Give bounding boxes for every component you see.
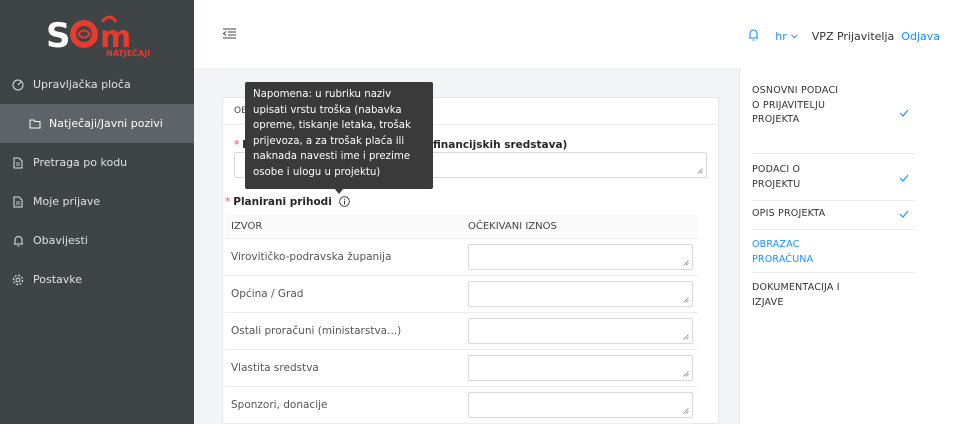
logo-icon: S m NATJEČAJI <box>46 15 150 58</box>
source-cell: Sponzori, donacije <box>231 399 328 411</box>
required-marker: * <box>234 139 240 151</box>
resize-handle-icon[interactable] <box>683 334 689 340</box>
bell-icon <box>11 234 25 248</box>
amount-input[interactable] <box>468 281 693 307</box>
tooltip-arrow <box>334 188 344 194</box>
divider <box>752 153 915 154</box>
table-row: Općina / Grad <box>225 276 698 313</box>
step-label: OSNOVNI PODACI O PRIJAVITELJU PROJEKTA <box>752 85 839 125</box>
resize-handle-icon[interactable] <box>683 408 689 414</box>
divider <box>752 229 915 230</box>
svg-text:S: S <box>46 16 71 56</box>
source-cell: Vlastita sredstva <box>231 362 319 374</box>
amount-input[interactable] <box>468 355 693 381</box>
source-cell: Virovitičko-podravska županija <box>231 251 392 263</box>
step-documentation[interactable]: DOKUMENTACIJA I IZJAVE <box>752 281 915 310</box>
resize-handle-icon[interactable] <box>683 260 689 266</box>
step-label: OPIS PROJEKTA <box>752 208 826 219</box>
user-name: VPZ Prijavitelja <box>811 29 895 43</box>
menu-fold-icon[interactable] <box>222 24 236 43</box>
header-actions: hr VPZ Prijavitelja Odjava <box>748 28 940 44</box>
source-cell: Ostali proračuni (ministarstva...) <box>231 325 402 337</box>
check-icon <box>899 210 909 218</box>
svg-text:NATJEČAJI: NATJEČAJI <box>106 47 150 58</box>
sidebar-nav: Upravljačka ploča Natječaji/Javni pozivi… <box>0 65 194 299</box>
step-budget-form[interactable]: OBRAZAC PRORAČUNA <box>752 238 915 267</box>
resize-handle-icon[interactable] <box>697 168 703 174</box>
step-label: OBRAZAC PRORAČUNA <box>752 239 814 265</box>
table-row: Vlastita sredstva <box>225 350 698 387</box>
amount-input[interactable] <box>468 392 693 418</box>
notifications-bell-icon[interactable] <box>748 28 759 44</box>
document-icon <box>11 156 25 170</box>
sidebar-item-label: Obavijesti <box>33 234 88 247</box>
step-label: DOKUMENTACIJA I IZJAVE <box>752 282 840 308</box>
column-header-source: IZVOR <box>231 221 263 232</box>
chevron-down-icon <box>790 33 798 39</box>
sidebar-item-label: Pretraga po kodu <box>33 156 128 169</box>
logout-link[interactable]: Odjava <box>901 30 940 43</box>
tooltip: Napomena: u rubriku naziv upisati vrstu … <box>245 82 433 189</box>
app-root: S m NATJEČAJI Upravljačka ploča Natječaj… <box>0 0 954 424</box>
dashboard-icon <box>11 78 25 92</box>
table-row: Virovitičko-podravska županija <box>225 239 698 276</box>
step-project-description[interactable]: OPIS PROJEKTA <box>752 207 915 222</box>
sidebar: S m NATJEČAJI Upravljačka ploča Natječaj… <box>0 0 194 424</box>
income-table-header: IZVOR OČEKIVANI IZNOS <box>225 215 698 239</box>
amount-input[interactable] <box>468 318 693 344</box>
steps-panel: OSNOVNI PODACI O PRIJAVITELJU PROJEKTA P… <box>739 68 954 424</box>
topbar: hr VPZ Prijavitelja Odjava <box>194 0 954 68</box>
sidebar-item-search-by-code[interactable]: Pretraga po kodu <box>0 143 194 182</box>
sidebar-item-label: Natječaji/Javni pozivi <box>49 117 163 130</box>
resize-handle-icon[interactable] <box>683 297 689 303</box>
folder-icon <box>28 117 42 131</box>
table-row: Ostali proračuni (ministarstva...) <box>225 313 698 350</box>
sidebar-item-my-applications[interactable]: Moje prijave <box>0 182 194 221</box>
divider <box>752 200 915 201</box>
field-label-planned-income: * Planirani prihodi <box>225 196 351 208</box>
check-icon <box>899 109 909 117</box>
check-icon <box>899 174 909 182</box>
table-row: Sponzori, donacije <box>225 387 698 424</box>
amount-input[interactable] <box>468 244 693 270</box>
language-value: hr <box>775 29 787 43</box>
field-label-text: Planirani prihodi <box>233 196 332 208</box>
step-project-data[interactable]: PODACI O PROJEKTU <box>752 163 915 192</box>
column-header-amount: OČEKIVANI IZNOS <box>468 221 557 232</box>
step-applicant-data[interactable]: OSNOVNI PODACI O PRIJAVITELJU PROJEKTA <box>752 84 915 128</box>
info-circle-icon[interactable] <box>339 196 351 207</box>
gear-icon <box>11 273 25 287</box>
language-select[interactable]: hr <box>775 30 798 43</box>
step-label: PODACI O PROJEKTU <box>752 164 801 190</box>
sidebar-item-notifications[interactable]: Obavijesti <box>0 221 194 260</box>
resize-handle-icon[interactable] <box>683 371 689 377</box>
required-marker: * <box>225 196 231 208</box>
sidebar-item-dashboard[interactable]: Upravljačka ploča <box>0 65 194 104</box>
sidebar-item-label: Upravljačka ploča <box>33 78 131 91</box>
logo[interactable]: S m NATJEČAJI <box>0 0 194 65</box>
sidebar-item-label: Moje prijave <box>33 195 101 208</box>
sidebar-item-settings[interactable]: Postavke <box>0 260 194 299</box>
document-icon <box>11 195 25 209</box>
source-cell: Općina / Grad <box>231 288 304 300</box>
sidebar-item-label: Postavke <box>33 273 83 286</box>
divider <box>752 272 915 273</box>
sidebar-item-calls[interactable]: Natječaji/Javni pozivi <box>0 104 194 143</box>
